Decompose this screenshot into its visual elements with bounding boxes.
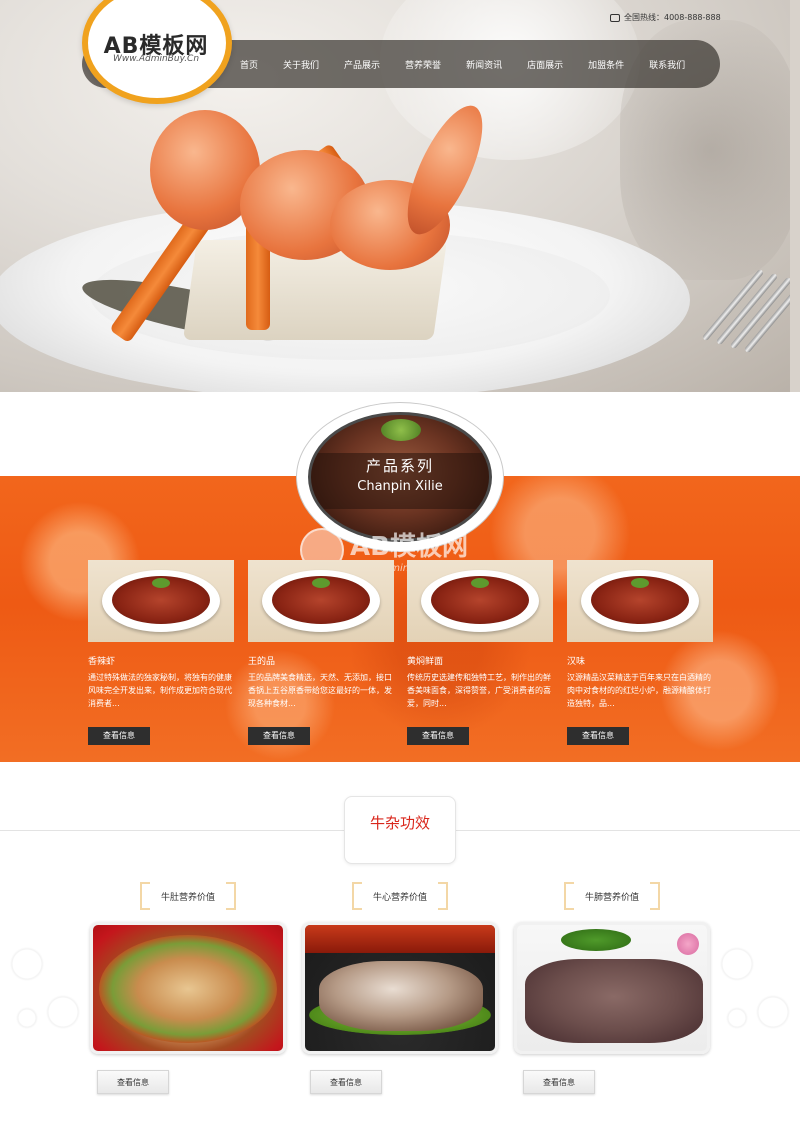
product-description: 汉源精品汉菜精选于百年来只在白酒精的肉中对食材的的红烂小炉，融源精酿体打造独特，…	[567, 673, 711, 708]
product-name[interactable]: 香辣虾	[88, 654, 234, 667]
hero-fork	[660, 260, 800, 390]
efficacy-label: 牛肺营养价值	[564, 882, 660, 910]
efficacy-image-heart[interactable]	[302, 922, 498, 1054]
efficacy-label: 牛心营养价值	[352, 882, 448, 910]
nav-item-franchise[interactable]: 加盟条件	[588, 58, 624, 71]
herb	[561, 929, 631, 951]
product-image[interactable]	[88, 560, 234, 642]
meat	[319, 961, 483, 1031]
nav-item-stores[interactable]: 店面展示	[527, 58, 563, 71]
product-description: 传统历史选建传和独特工艺，制作出的鲜香美味面食，深得赞誉，广受消费者的喜爱，同时…	[407, 673, 551, 708]
leaf	[631, 578, 649, 588]
nav-item-honors[interactable]: 营养荣誉	[405, 58, 441, 71]
product-description: 王的品牌美食精选，天然、无添加，接口香锅上五谷原香带给您这最好的一体，发现各种食…	[248, 673, 392, 708]
hotline-text: 全国热线：4008-888-888	[624, 13, 721, 22]
view-info-button[interactable]: 查看信息	[88, 727, 150, 745]
view-info-button[interactable]: 查看信息	[567, 727, 629, 745]
nav-item-products[interactable]: 产品展示	[344, 58, 380, 71]
view-info-button[interactable]: 查看信息	[248, 727, 310, 745]
phone-icon	[610, 13, 620, 22]
nav-item-contact[interactable]: 联系我们	[649, 58, 685, 71]
product-image[interactable]	[567, 560, 713, 642]
product-image[interactable]	[248, 560, 394, 642]
efficacy-image-tripe[interactable]	[90, 922, 286, 1054]
flower	[677, 933, 699, 955]
nav-item-news[interactable]: 新闻资讯	[466, 58, 502, 71]
logo-subtitle: Www.AdminBuy.Cn	[112, 54, 200, 64]
sauce	[305, 925, 495, 953]
product-image[interactable]	[407, 560, 553, 642]
main-nav: 首页 关于我们 产品展示 营养荣誉 新闻资讯 店面展示 加盟条件 联系我们	[225, 40, 685, 88]
watermark-title: AB模板网	[350, 532, 468, 562]
view-info-button[interactable]: 查看信息	[97, 1070, 169, 1094]
leaf	[471, 578, 489, 588]
nav-item-about[interactable]: 关于我们	[283, 58, 319, 71]
product-name[interactable]: 王的品	[248, 654, 394, 667]
view-info-button[interactable]: 查看信息	[523, 1070, 595, 1094]
efficacy-image-lung[interactable]	[514, 922, 710, 1054]
view-info-button[interactable]: 查看信息	[407, 727, 469, 745]
product-section-subtitle: Chanpin Xilie	[357, 479, 443, 494]
product-card: 香辣虾 通过特殊做法的独家秘制，将独有的健康风味完全开发出来，制作成更加符合现代…	[88, 560, 234, 745]
view-info-button[interactable]: 查看信息	[310, 1070, 382, 1094]
hotline: 全国热线：4008-888-888	[610, 12, 721, 23]
nav-item-home[interactable]: 首页	[240, 58, 258, 71]
product-card: 黄焖鲜面 传统历史选建传和独特工艺，制作出的鲜香美味面食，深得赞誉，广受消费者的…	[407, 560, 553, 745]
product-card: 汉味 汉源精品汉菜精选于百年来只在白酒精的肉中对食材的的红烂小炉，融源精酿体打造…	[567, 560, 713, 745]
efficacy-section-title: 牛杂功效	[369, 814, 430, 832]
product-card: 王的品 王的品牌美食精选，天然、无添加，接口香锅上五谷原香带给您这最好的一体，发…	[248, 560, 394, 745]
hero-edge	[790, 0, 800, 392]
decorative-pattern	[0, 928, 90, 1048]
dish	[99, 935, 277, 1043]
product-section-title: 产品系列	[365, 457, 434, 475]
product-title-image	[308, 412, 492, 542]
product-name[interactable]: 汉味	[567, 654, 713, 667]
leaf	[312, 578, 330, 588]
efficacy-label-text: 牛肚营养价值	[160, 893, 215, 903]
efficacy-label-text: 牛肺营养价值	[584, 893, 639, 903]
product-name[interactable]: 黄焖鲜面	[407, 654, 553, 667]
decorative-pattern	[710, 928, 800, 1048]
efficacy-label: 牛肚营养价值	[140, 882, 236, 910]
efficacy-label-text: 牛心营养价值	[372, 893, 427, 903]
product-description: 通过特殊做法的独家秘制，将独有的健康风味完全开发出来，制作成更加符合现代消费者.…	[88, 673, 232, 708]
meat	[525, 959, 703, 1043]
leaf	[152, 578, 170, 588]
garnish	[381, 419, 421, 441]
